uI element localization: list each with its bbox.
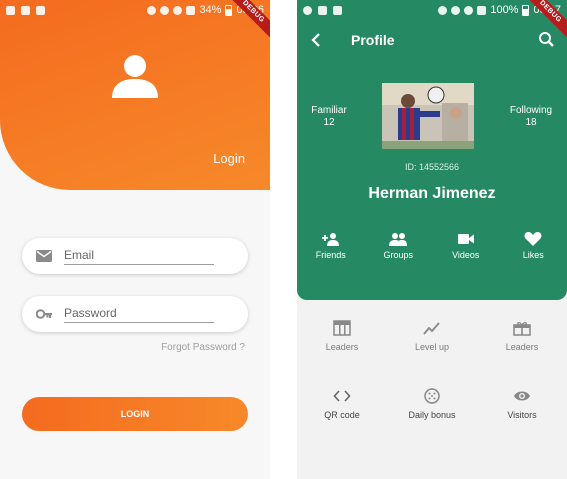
menu-item-label: QR code [324, 410, 360, 420]
alarm-icon [160, 5, 170, 15]
play-store-icon [36, 5, 45, 15]
menu-grid: Leaders Level up Leaders QR code Daily b… [297, 320, 567, 420]
image-icon [318, 5, 327, 15]
app-bar: Profile [297, 26, 567, 54]
action-likes-label: Likes [522, 250, 544, 260]
email-icon [36, 250, 52, 262]
menu-item-level-up[interactable]: Level up [387, 320, 477, 352]
trending-icon [423, 322, 440, 335]
person-icon [112, 55, 158, 98]
action-groups[interactable]: Groups [365, 232, 433, 260]
battery-percent: 100% [490, 4, 519, 16]
stat-following[interactable]: Following 18 [501, 105, 561, 129]
password-input[interactable] [64, 305, 214, 323]
alarm-icon [451, 5, 461, 15]
menu-item-label: Leaders [505, 342, 539, 352]
email-field[interactable] [22, 238, 248, 274]
search-icon[interactable] [537, 30, 557, 50]
action-friends[interactable]: Friends [297, 232, 365, 260]
profile-actions: Friends Groups Videos Likes [297, 232, 567, 260]
dots-circle-icon [424, 388, 440, 404]
notification-icon [6, 5, 15, 15]
image-icon [21, 5, 30, 15]
menu-item-visitors[interactable]: Visitors [477, 388, 567, 420]
stat-familiar[interactable]: Familiar 12 [299, 105, 359, 129]
menu-item-leaders[interactable]: Leaders [297, 320, 387, 352]
mute-icon [438, 5, 448, 15]
stat-following-label: Following [509, 105, 553, 116]
login-button[interactable]: LOGIN [22, 397, 248, 431]
status-bar: 34% 03:06 [0, 0, 270, 20]
key-icon [36, 309, 52, 319]
group-add-icon [321, 233, 339, 246]
email-input[interactable] [64, 247, 214, 265]
menu-item-leaders-gift[interactable]: Leaders [477, 320, 567, 352]
videocam-icon [457, 234, 474, 244]
login-title: Login [213, 151, 245, 166]
eye-icon [514, 391, 530, 401]
signal-icon [186, 5, 196, 15]
password-field[interactable] [22, 296, 248, 332]
stat-following-value: 18 [525, 117, 537, 128]
status-bar: 100% 03:17 [297, 0, 567, 20]
stat-familiar-value: 12 [323, 117, 335, 128]
action-videos[interactable]: Videos [432, 232, 500, 260]
group-icon [389, 233, 408, 246]
notification-icon [303, 5, 312, 15]
back-button[interactable] [297, 26, 337, 54]
user-name: Herman Jimenez [368, 185, 496, 202]
action-videos-label: Videos [452, 250, 480, 260]
mute-icon [147, 5, 157, 15]
menu-item-label: Leaders [325, 342, 359, 352]
forgot-password-link[interactable]: Forgot Password ? [161, 342, 245, 353]
profile-photo [382, 83, 474, 149]
menu-item-label: Level up [414, 342, 450, 352]
gift-icon [513, 322, 531, 336]
battery-icon [522, 4, 530, 16]
user-id: ID: 14552566 [404, 162, 460, 172]
play-store-icon [333, 5, 342, 15]
menu-item-label: Daily bonus [408, 410, 456, 420]
menu-item-label: Visitors [507, 410, 537, 420]
profile-screen: 100% 03:17 DEBUG Profile Familiar 12 [297, 0, 567, 479]
action-friends-label: Friends [315, 250, 346, 260]
action-likes[interactable]: Likes [500, 232, 567, 260]
leaderboard-icon [333, 320, 351, 336]
login-screen: 34% 03:06 DEBUG Login Forgot Password ? … [0, 0, 270, 479]
signal-icon [477, 5, 487, 15]
battery-percent: 34% [199, 4, 222, 16]
code-icon [333, 390, 351, 402]
heart-icon [524, 232, 542, 246]
wifi-icon [464, 5, 474, 15]
stat-familiar-label: Familiar [311, 105, 347, 116]
menu-item-qr-code[interactable]: QR code [297, 388, 387, 420]
back-arrow-icon [311, 33, 320, 47]
battery-icon [225, 4, 233, 16]
wifi-icon [173, 5, 183, 15]
page-title: Profile [351, 32, 395, 48]
menu-item-daily-bonus[interactable]: Daily bonus [387, 388, 477, 420]
action-groups-label: Groups [383, 250, 413, 260]
